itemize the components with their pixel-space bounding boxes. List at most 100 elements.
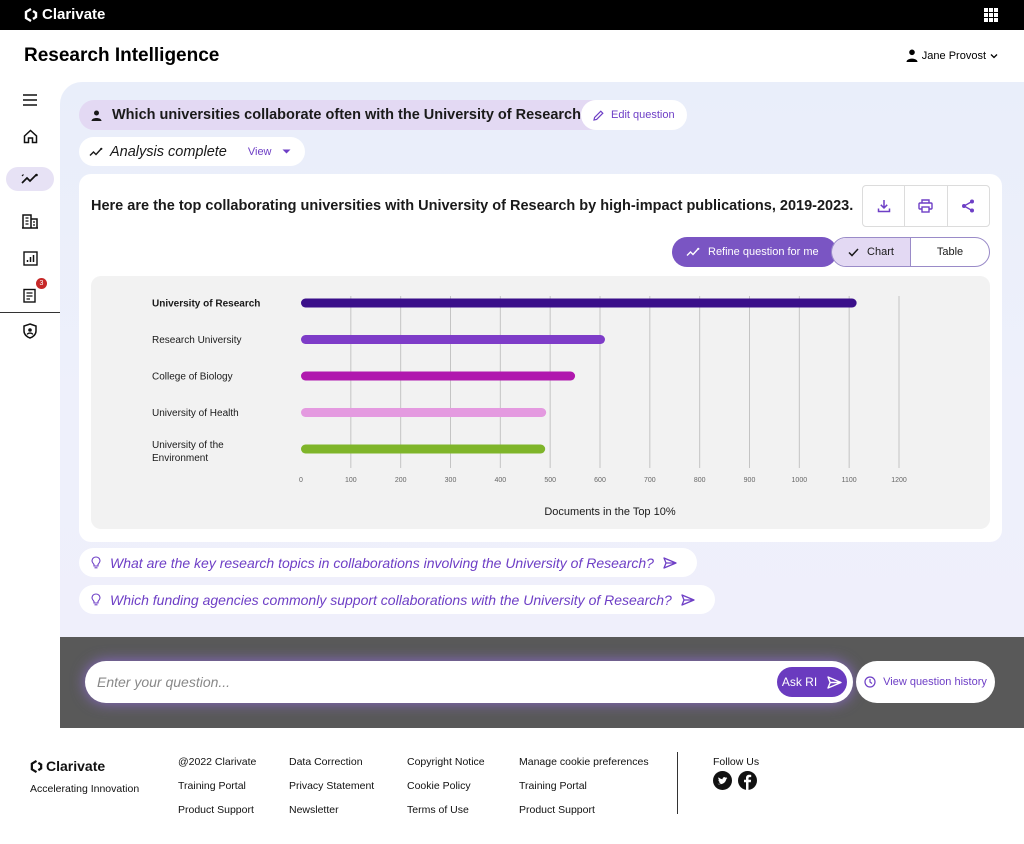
- home-icon: [23, 128, 37, 143]
- nav-notes[interactable]: 3: [6, 278, 54, 307]
- footer-link[interactable]: Product Support: [519, 804, 649, 817]
- nav-analytics[interactable]: [6, 167, 54, 191]
- menu-button[interactable]: [6, 88, 54, 112]
- clarivate-logo[interactable]: Clarivate: [24, 6, 105, 23]
- footer-link[interactable]: Data Correction: [289, 756, 374, 769]
- report-chart-icon: [22, 250, 38, 266]
- view-analysis-dropdown[interactable]: View: [248, 146, 291, 158]
- send-icon: [827, 675, 842, 689]
- footer-tagline: Accelerating Innovation: [30, 783, 140, 795]
- refine-label: Refine question for me: [708, 246, 819, 258]
- sparkle-chart-icon: [686, 247, 700, 256]
- refine-question-button[interactable]: Refine question for me: [672, 237, 837, 267]
- x-tick-label: 1100: [842, 477, 857, 484]
- x-tick-label: 800: [694, 477, 706, 484]
- footer-link[interactable]: Cookie Policy: [407, 780, 485, 793]
- footer-link[interactable]: Product Support: [178, 804, 256, 817]
- chart-container: 0 100 200 300 400 500 600 700 800 900 1000 1100 1200…: [91, 276, 990, 529]
- view-toggle: Chart Table: [831, 237, 990, 267]
- footer-column-3: Copyright Notice Cookie Policy Terms of …: [407, 756, 485, 817]
- download-icon: [877, 200, 890, 213]
- footer-logo[interactable]: Clarivate: [30, 758, 105, 774]
- nav-organizations[interactable]: [6, 209, 54, 233]
- nav-reports[interactable]: [6, 246, 54, 270]
- download-button[interactable]: [863, 186, 906, 226]
- user-name: Jane Provost: [921, 49, 986, 62]
- user-icon: [91, 110, 102, 121]
- bar: [301, 298, 857, 308]
- app-header: Research Intelligence Jane Provost: [0, 30, 1024, 82]
- lightbulb-icon: [91, 593, 101, 606]
- answer-actions: [862, 185, 990, 227]
- conversation-panel: Which universities collaborate often wit…: [60, 82, 1024, 637]
- x-tick-label: 100: [345, 477, 357, 484]
- caret-down-icon: [282, 149, 291, 154]
- send-icon: [681, 593, 695, 606]
- print-button[interactable]: [905, 186, 948, 226]
- question-text: Which universities collaborate often wit…: [112, 107, 590, 123]
- edit-question-button[interactable]: Edit question: [581, 100, 687, 130]
- tab-table[interactable]: Table: [911, 238, 989, 266]
- tab-chart-label: Chart: [867, 246, 894, 258]
- tab-chart[interactable]: Chart: [832, 238, 911, 266]
- analytics-icon: [89, 147, 103, 156]
- bar-chart: 0 100 200 300 400 500 600 700 800 900 1000 1100 1200…: [152, 296, 907, 518]
- view-question-history-button[interactable]: View question history: [856, 661, 995, 703]
- footer-link[interactable]: Training Portal: [519, 780, 649, 793]
- brand-name: Clarivate: [42, 6, 106, 23]
- shield-icon: [23, 323, 37, 339]
- notes-icon: [23, 288, 36, 303]
- bar: [301, 444, 546, 454]
- x-axis-label: Documents in the Top 10%: [544, 506, 675, 518]
- check-icon: [848, 247, 859, 257]
- x-tick-label: 900: [744, 477, 756, 484]
- answer-card: Here are the top collaborating universit…: [79, 174, 1002, 542]
- pencil-icon: [593, 109, 604, 121]
- bar: [301, 371, 576, 381]
- footer-link[interactable]: Newsletter: [289, 804, 374, 817]
- app-title: Research Intelligence: [24, 45, 220, 66]
- printer-icon: [918, 199, 934, 213]
- edit-question-label: Edit question: [611, 109, 675, 121]
- y-category-label: University of Research: [152, 299, 260, 310]
- footer-link[interactable]: Terms of Use: [407, 804, 485, 817]
- y-category-label: Research University: [152, 335, 241, 346]
- user-icon: [906, 49, 918, 62]
- question-input-bar: Ask RI View question history: [60, 637, 1024, 728]
- bar: [301, 335, 605, 344]
- nav-home[interactable]: [6, 124, 54, 148]
- brand-bar: Clarivate: [0, 0, 1024, 30]
- social-links: [713, 771, 757, 790]
- facebook-icon[interactable]: [738, 771, 757, 790]
- footer-column-4: Manage cookie preferences Training Porta…: [519, 756, 649, 817]
- lightbulb-icon: [91, 556, 101, 569]
- x-tick-label: 1000: [792, 477, 808, 484]
- ask-ri-button[interactable]: Ask RI: [777, 667, 847, 697]
- x-tick-label: 300: [445, 477, 457, 484]
- tab-table-label: Table: [936, 246, 964, 258]
- footer-link[interactable]: Copyright Notice: [407, 756, 485, 769]
- suggested-question-1-text: What are the key research topics in coll…: [110, 554, 654, 571]
- footer-link[interactable]: Privacy Statement: [289, 780, 374, 793]
- user-menu[interactable]: Jane Provost: [906, 49, 998, 62]
- suggested-question-1[interactable]: What are the key research topics in coll…: [79, 548, 697, 577]
- suggested-question-2[interactable]: Which funding agencies commonly support …: [79, 585, 715, 614]
- footer-copyright: @2022 Clarivate: [178, 756, 257, 768]
- x-tick-label: 1200: [891, 477, 907, 484]
- twitter-icon[interactable]: [713, 771, 732, 790]
- footer-link[interactable]: Manage cookie preferences: [519, 756, 649, 769]
- x-tick-label: 400: [494, 477, 506, 484]
- question-pill: Which universities collaborate often wit…: [79, 100, 608, 130]
- clarivate-logo-icon: [24, 7, 38, 22]
- x-tick-label: 200: [395, 477, 407, 484]
- footer-brand-name: Clarivate: [46, 758, 106, 774]
- footer-link[interactable]: Training Portal: [178, 780, 256, 793]
- app-switcher-icon[interactable]: [984, 8, 998, 22]
- question-input-wrapper: Ask RI: [85, 661, 853, 703]
- share-button[interactable]: [948, 186, 989, 226]
- footer-column-2: Data Correction Privacy Statement Newsle…: [289, 756, 374, 817]
- clarivate-logo-icon: [30, 759, 43, 773]
- question-input[interactable]: [97, 661, 767, 703]
- analytics-icon: [21, 173, 38, 184]
- nav-security[interactable]: [6, 319, 54, 343]
